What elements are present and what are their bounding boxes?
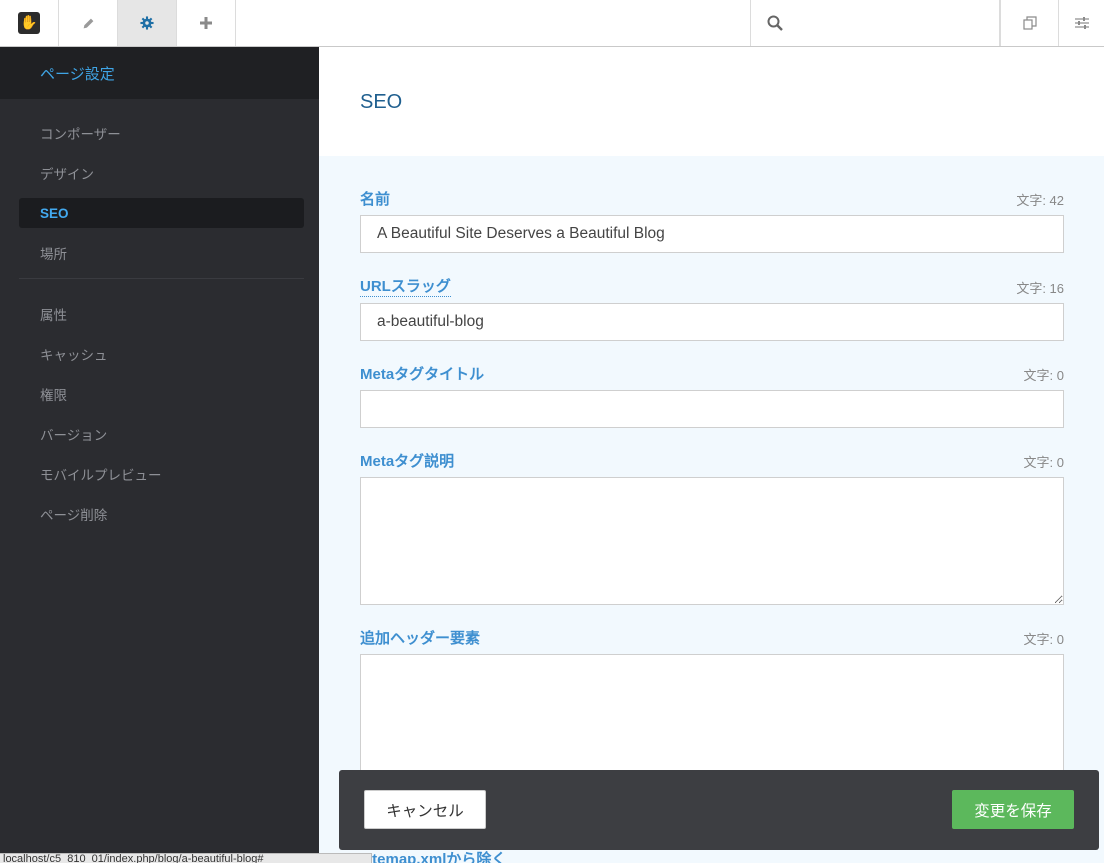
field-meta-description-head: Metaタグ説明 文字: 0 — [360, 449, 1064, 471]
field-url-slug: URLスラッグ 文字: 16 — [360, 275, 1064, 341]
sidebar-item-delete-page[interactable]: ページ削除 — [19, 499, 304, 529]
name-counter: 文字: 42 — [1016, 193, 1064, 208]
copy-pages-icon — [1022, 16, 1037, 30]
extra-header-label: 追加ヘッダー要素 — [360, 630, 481, 647]
save-changes-button[interactable]: 変更を保存 — [952, 790, 1074, 829]
add-content-button[interactable] — [177, 0, 236, 46]
meta-title-label: Metaタグタイトル — [360, 366, 485, 383]
status-bar-url: localhost/c5_810_01/index.php/blog/a-bea… — [0, 853, 372, 863]
sidebar-item-attributes[interactable]: 属性 — [19, 299, 304, 329]
name-input[interactable] — [360, 215, 1064, 253]
sitemap-button[interactable] — [1000, 0, 1059, 46]
meta-description-counter: 文字: 0 — [1023, 455, 1064, 470]
search-icon — [767, 15, 783, 31]
field-name: 名前 文字: 42 — [360, 187, 1064, 253]
name-label: 名前 — [360, 191, 391, 208]
field-url-slug-head: URLスラッグ 文字: 16 — [360, 275, 1064, 297]
edit-button[interactable] — [59, 0, 118, 46]
sidebar-item-design[interactable]: デザイン — [19, 158, 304, 188]
sidebar-item-cache[interactable]: キャッシュ — [19, 339, 304, 369]
field-meta-title-head: Metaタグタイトル 文字: 0 — [360, 362, 1064, 384]
page-title: SEO — [360, 91, 403, 113]
url-slug-input[interactable] — [360, 303, 1064, 341]
page-settings-sidebar: ページ設定 コンポーザー デザイン SEO 場所 属性 キャッシュ 権限 バージ… — [0, 47, 319, 863]
extra-header-textarea[interactable] — [360, 654, 1064, 782]
concrete5-logo-button[interactable]: ✋ — [0, 0, 59, 46]
sliders-icon — [1074, 17, 1089, 29]
meta-description-label: Metaタグ説明 — [360, 453, 455, 470]
search-input[interactable] — [793, 8, 993, 38]
sidebar-item-versions[interactable]: バージョン — [19, 419, 304, 449]
field-name-head: 名前 文字: 42 — [360, 187, 1064, 209]
meta-description-textarea[interactable] — [360, 477, 1064, 605]
sidebar-nav: コンポーザー デザイン SEO 場所 属性 キャッシュ 権限 バージョン モバイ… — [0, 99, 319, 529]
sidebar-item-permissions[interactable]: 権限 — [19, 379, 304, 409]
sidebar-item-composer[interactable]: コンポーザー — [19, 118, 304, 148]
field-extra-header-head: 追加ヘッダー要素 文字: 0 — [360, 626, 1064, 648]
field-meta-title: Metaタグタイトル 文字: 0 — [360, 362, 1064, 428]
meta-title-counter: 文字: 0 — [1023, 368, 1064, 383]
hand-logo-icon: ✋ — [18, 12, 40, 34]
settings-button[interactable] — [118, 0, 177, 46]
pencil-icon — [83, 18, 93, 28]
top-toolbar: ✋ — [0, 0, 1104, 47]
sidebar-divider — [19, 278, 304, 279]
field-extra-header: 追加ヘッダー要素 文字: 0 — [360, 626, 1064, 782]
gear-icon — [140, 16, 154, 30]
seo-form: 名前 文字: 42 URLスラッグ 文字: 16 Metaタグタイトル 文字: … — [319, 156, 1104, 782]
field-meta-description: Metaタグ説明 文字: 0 — [360, 449, 1064, 605]
cancel-button[interactable]: キャンセル — [364, 790, 486, 829]
sidebar-title: ページ設定 — [0, 47, 319, 99]
panel-header: SEO — [319, 47, 1104, 156]
url-slug-label: URLスラッグ — [360, 275, 451, 297]
sidebar-item-seo[interactable]: SEO — [19, 198, 304, 228]
sidebar-item-mobile-preview[interactable]: モバイルプレビュー — [19, 459, 304, 489]
action-bar: キャンセル 変更を保存 — [339, 770, 1099, 850]
search-area[interactable] — [750, 0, 1000, 46]
sidebar-item-location[interactable]: 場所 — [19, 238, 304, 268]
url-slug-counter: 文字: 16 — [1016, 281, 1064, 296]
plus-icon — [200, 17, 212, 29]
seo-panel: SEO 名前 文字: 42 URLスラッグ 文字: 16 Metaタグタイトル … — [319, 47, 1104, 863]
extra-header-counter: 文字: 0 — [1023, 632, 1064, 647]
meta-title-input[interactable] — [360, 390, 1064, 428]
dashboard-button[interactable] — [1059, 0, 1104, 46]
exclude-sitemap-label: itemap.xmlから除く — [368, 851, 507, 863]
